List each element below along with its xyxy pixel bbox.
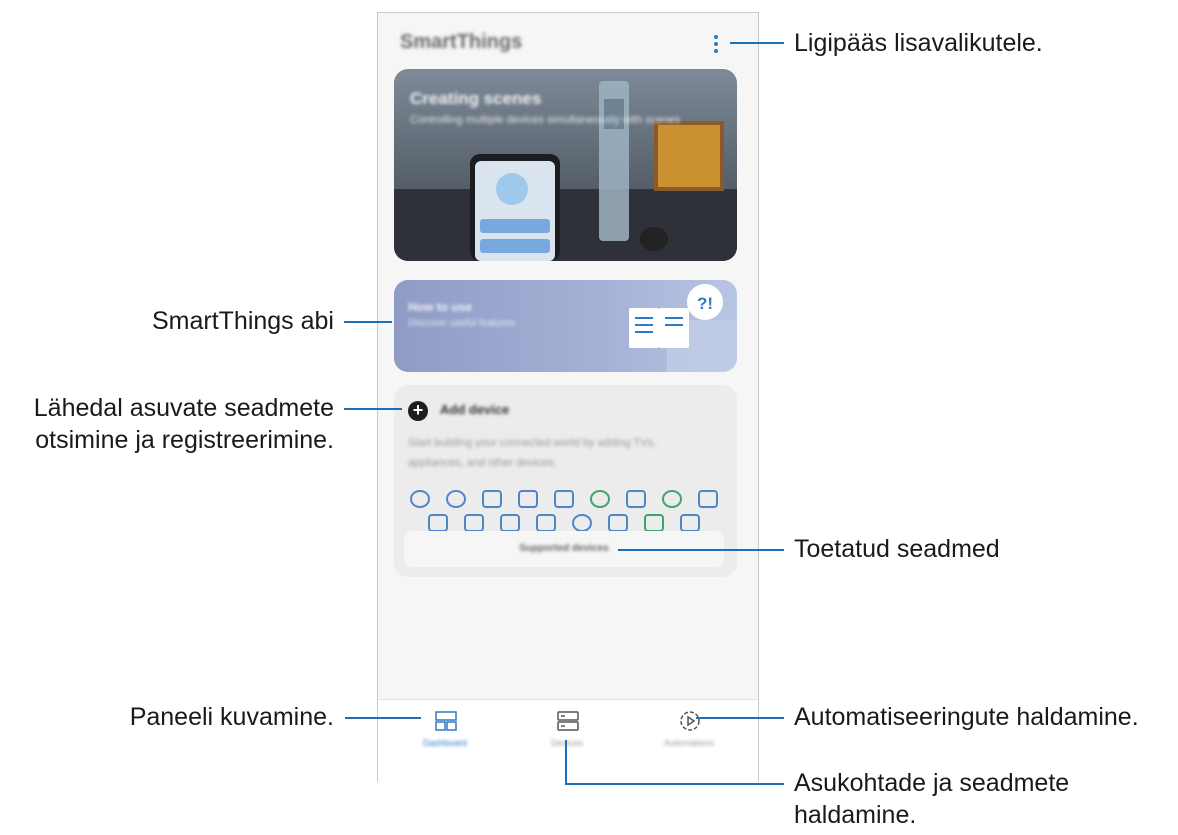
bulb-icon [446,490,466,508]
scenes-subtitle: Controlling multiple devices simultaneou… [410,114,681,126]
tab-automations[interactable]: Automations [626,700,752,782]
callout-locations-line1: Asukohtade ja seadmete [794,769,1070,797]
tab-dashboard[interactable]: Dashboard [382,700,508,782]
leader-locations-vertical [565,740,567,785]
callout-help: SmartThings abi [151,307,334,335]
plug-icon [626,490,646,508]
headphones-icon [590,490,610,508]
watch-icon [572,514,592,532]
leader-nearby [344,408,402,410]
supported-devices-label: Supported devices [519,543,609,554]
callout-more-options: Ligipääs lisavalikutele. [794,29,1043,57]
add-device-label[interactable]: Add device [440,402,509,417]
how-to-use-card[interactable]: How to use Discover useful features ?! [394,280,737,372]
devices-icon [557,711,579,731]
callout-dashboard: Paneeli kuvamine. [129,703,334,731]
add-device-plus-icon[interactable]: + [408,401,428,421]
monitor-icon [644,514,664,532]
bottom-navigation: Dashboard Devices Automations [378,699,758,782]
leader-supported [618,549,784,551]
leader-more-options [730,42,784,44]
webcam-icon [536,514,556,532]
callout-nearby-line1: Lähedal asuvate seadmete [33,394,334,422]
remote-icon [518,490,538,508]
scenes-title: Creating scenes [410,89,542,108]
phone-screen: SmartThings Creating scenes Controlling … [377,12,759,782]
how-to-use-subtitle: Discover useful features [408,318,516,329]
tab-devices-label: Devices [504,738,630,748]
hub-icon [608,514,628,532]
leader-automations [696,717,784,719]
scenes-card[interactable]: Creating scenes Controlling multiple dev… [394,69,737,261]
svg-text:?!: ?! [697,294,713,313]
tv-icon [554,490,574,508]
leader-help [344,321,392,323]
callout-supported: Toetatud seadmed [794,535,1000,563]
add-device-description: Start building your connected world by a… [408,437,657,469]
fridge-icon [680,514,700,532]
how-to-use-title: How to use [408,300,473,314]
printer-icon [500,514,520,532]
dishwasher-icon [464,514,484,532]
tab-devices[interactable]: Devices [504,700,630,782]
oven-icon [698,490,718,508]
washer-icon [482,490,502,508]
dashboard-icon [435,711,457,731]
robot-vacuum-icon [662,490,682,508]
callout-automations: Automatiseeringute haldamine. [794,703,1139,731]
speaker-icon [410,490,430,508]
more-options-icon[interactable] [712,35,720,55]
tab-dashboard-label: Dashboard [422,738,468,748]
leader-dashboard [345,717,421,719]
app-title: SmartThings [400,31,523,53]
automations-icon [680,711,700,731]
help-book-icon: ?! [629,284,737,372]
camera-icon [428,514,448,532]
leader-locations [565,783,784,785]
callout-locations-line2: haldamine. [794,801,917,829]
tab-automations-label: Automations [663,738,715,748]
callout-nearby-line2: otsimine ja registreerimine. [35,426,334,454]
